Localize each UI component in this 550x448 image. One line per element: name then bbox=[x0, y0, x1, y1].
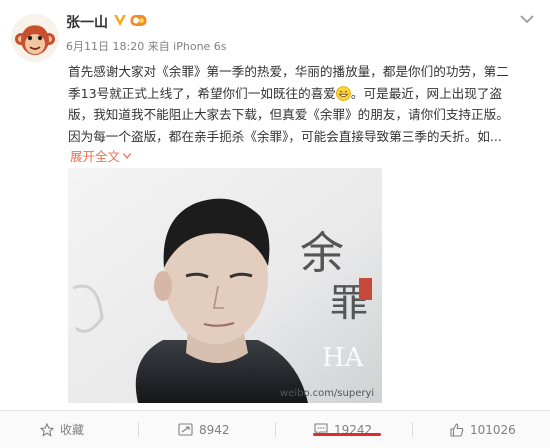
favorite-button[interactable]: 收藏 bbox=[40, 411, 84, 448]
verified-icon bbox=[114, 15, 126, 26]
divider bbox=[138, 422, 139, 437]
monkey-avatar-icon[interactable] bbox=[11, 14, 59, 62]
expand-full-text-link[interactable]: 展开全文 bbox=[70, 146, 132, 165]
photo-watermark: weibo.com/superyi bbox=[280, 388, 374, 399]
author-name[interactable]: 张一山 bbox=[66, 12, 108, 32]
favorite-label: 收藏 bbox=[60, 423, 85, 437]
post-meta: 6月11日 18:20 来自 iPhone 6s bbox=[66, 40, 227, 53]
chevron-down-icon bbox=[123, 153, 132, 159]
post-photo[interactable]: 余 罪 HA weibo.com/superyi bbox=[68, 168, 382, 403]
chevron-down-icon[interactable] bbox=[520, 14, 534, 24]
post-action-bar: 收藏 8942 19242 101026 bbox=[0, 410, 550, 448]
divider bbox=[412, 422, 413, 437]
repost-count: 8942 bbox=[199, 422, 230, 437]
grin-emoji-icon bbox=[336, 85, 351, 101]
medal-icon[interactable] bbox=[130, 13, 147, 28]
post-line: 首先感谢大家对《余罪》第一季的热爱，华丽的播放量，都是你们的功劳，第二 bbox=[68, 64, 509, 79]
post-text: 首先感谢大家对《余罪》第一季的热爱，华丽的播放量，都是你们的功劳，第二 季13号… bbox=[68, 61, 546, 147]
comment-active-underline bbox=[313, 433, 381, 436]
post-line: 因为每一个盗版，都在亲手扼杀《余罪》，可能会直接导致第三季的夭折。如... bbox=[68, 128, 502, 144]
calligraphy-text: 余 bbox=[300, 228, 344, 279]
star-icon bbox=[40, 422, 54, 437]
post-line: 季13号就正式上线了，希望你们一如既往的喜爱 。可是最近，网上出现了盗 bbox=[68, 85, 503, 101]
photo-side-text: HA bbox=[322, 343, 365, 373]
divider bbox=[275, 422, 276, 437]
comment-button[interactable]: 19242 bbox=[314, 411, 372, 448]
like-count: 101026 bbox=[470, 422, 516, 437]
red-seal bbox=[359, 278, 372, 300]
repost-button[interactable]: 8942 bbox=[178, 411, 230, 448]
like-button[interactable]: 101026 bbox=[450, 411, 516, 448]
repost-icon bbox=[178, 423, 193, 436]
post-line: 版，我知道我不能阻止大家去下载，但真爱《余罪》的朋友，请你们支持正版。 bbox=[68, 107, 509, 122]
thumbs-up-icon bbox=[450, 422, 464, 437]
